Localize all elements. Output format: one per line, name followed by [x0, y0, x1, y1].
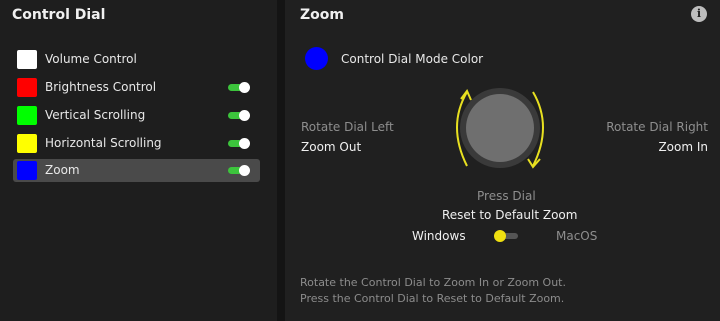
mode-detail-panel: Zoom i Control Dial Mode Color Rotate Di… [285, 0, 720, 321]
mode-color-swatch [17, 134, 37, 153]
panel-title: Control Dial [12, 7, 106, 23]
enable-toggle[interactable] [228, 110, 250, 121]
mode-item-volume[interactable]: Volume Control [13, 48, 260, 71]
press-label: Press Dial [477, 189, 536, 203]
mode-item-brightness[interactable]: Brightness Control [13, 76, 260, 99]
enable-toggle[interactable] [228, 82, 250, 93]
enable-toggle[interactable] [228, 138, 250, 149]
rotate-right-action: Zoom In [658, 140, 708, 154]
help-text-line2: Press the Control Dial to Reset to Defau… [300, 292, 565, 305]
rotate-left-label: Rotate Dial Left [301, 120, 394, 134]
mode-item-horizontal-scrolling[interactable]: Horizontal Scrolling [13, 132, 260, 155]
mode-list-panel: Control Dial Volume Control Brightness C… [0, 0, 277, 321]
os-option-macos[interactable]: MacOS [556, 229, 597, 243]
control-dial-illustration [456, 88, 544, 169]
mode-color-swatch [17, 161, 37, 180]
mode-item-vertical-scrolling[interactable]: Vertical Scrolling [13, 104, 260, 127]
mode-label: Horizontal Scrolling [45, 136, 162, 150]
os-toggle[interactable] [494, 230, 518, 242]
os-option-windows[interactable]: Windows [412, 229, 466, 243]
detail-title: Zoom [300, 7, 344, 23]
press-action: Reset to Default Zoom [442, 208, 578, 222]
mode-label: Volume Control [45, 52, 137, 66]
mode-color-label: Control Dial Mode Color [341, 52, 484, 66]
mode-label: Zoom [45, 163, 80, 177]
mode-label: Brightness Control [45, 80, 157, 94]
info-icon[interactable]: i [691, 6, 707, 22]
mode-color-swatch [17, 78, 37, 97]
enable-toggle[interactable] [228, 165, 250, 176]
dial-face [466, 94, 534, 162]
mode-item-zoom[interactable]: Zoom [13, 159, 260, 182]
panel-divider [277, 0, 285, 321]
mode-color-picker[interactable] [305, 47, 328, 70]
rotate-right-label: Rotate Dial Right [606, 120, 708, 134]
help-text-line1: Rotate the Control Dial to Zoom In or Zo… [300, 276, 566, 289]
mode-label: Vertical Scrolling [45, 108, 146, 122]
mode-color-swatch [17, 50, 37, 69]
rotate-left-action: Zoom Out [301, 140, 362, 154]
mode-color-swatch [17, 106, 37, 125]
